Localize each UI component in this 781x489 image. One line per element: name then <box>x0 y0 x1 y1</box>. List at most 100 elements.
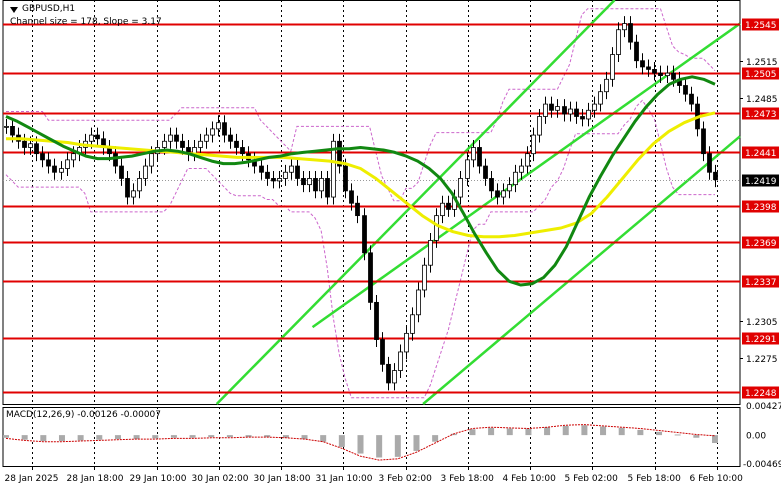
candle-body <box>477 147 482 167</box>
candle-body <box>271 178 276 182</box>
macd-label: MACD(12,26,9) -0.00126 -0.00007 <box>6 410 162 420</box>
candle-body <box>240 147 245 155</box>
candle-body <box>52 165 57 173</box>
time-tick-label: 28 Jan 18:00 <box>67 474 124 484</box>
level-price-label: 1.2398 <box>745 203 777 213</box>
candle-body <box>616 29 621 55</box>
candle-body <box>458 178 463 198</box>
time-tick-label: 3 Feb 02:00 <box>379 474 433 484</box>
candle-body <box>434 215 439 241</box>
candle-body <box>440 202 445 217</box>
candle-body <box>380 339 385 365</box>
level-price-label: 1.2337 <box>745 278 777 288</box>
macd-histogram-bar <box>320 435 327 442</box>
candle-body <box>665 72 670 76</box>
macd-zero-tick-label: 0.00 <box>746 432 766 442</box>
main-frame <box>2 0 741 405</box>
candle-body <box>125 178 130 198</box>
time-tick-label: 30 Jan 02:00 <box>192 474 249 484</box>
macd-histogram-bar <box>600 426 607 436</box>
candle-body <box>701 128 706 155</box>
candle-body <box>10 126 15 136</box>
candle-body <box>95 134 100 140</box>
candle-body <box>210 128 215 136</box>
candle-body <box>671 72 676 80</box>
level-price-label: 1.2248 <box>745 389 777 399</box>
candle-body <box>568 108 573 115</box>
dropdown-triangle-icon[interactable] <box>10 6 18 13</box>
candle-body <box>428 240 433 266</box>
candle-body <box>422 264 427 291</box>
candle-body <box>410 314 415 334</box>
candle-body <box>586 109 591 120</box>
macd-bottom-tick-label: -0.00469 <box>743 460 781 470</box>
macd-histogram-bar <box>376 435 383 458</box>
candle-body <box>580 116 585 120</box>
chart-subtitle: Channel size = 178, Slope = 3.17 <box>10 17 162 27</box>
candle-body <box>143 165 148 179</box>
macd-histogram-bar <box>133 435 140 440</box>
candle-body <box>325 178 330 198</box>
macd-histogram-bar <box>170 435 177 438</box>
macd-top-tick-label: 0.00427 <box>746 402 781 412</box>
candle-body <box>65 159 70 169</box>
level-price-label: 1.2291 <box>745 335 777 345</box>
ma-slow-line <box>6 111 716 239</box>
time-tick-label: 5 Feb 18:00 <box>628 474 682 484</box>
candle-body <box>574 108 579 117</box>
macd-histogram-bar <box>693 435 700 438</box>
time-axis: 28 Jan 2025 28 Jan 18:00 29 Jan 10:00 30 Ja… <box>5 466 743 484</box>
macd-histogram-bar <box>357 435 364 454</box>
macd-histogram-bar <box>226 435 233 438</box>
price-axis: 1.2545 1.2505 1.2473 1.2441 1.2398 1.2369 1.23… <box>740 18 779 399</box>
macd-histogram-bar <box>544 427 551 436</box>
macd-histogram-bar <box>712 435 718 444</box>
candle-body <box>658 72 663 76</box>
candle-body <box>277 178 282 182</box>
candle-body <box>640 60 645 68</box>
macd-histogram-bar <box>488 427 495 436</box>
candle-body <box>113 153 118 167</box>
time-tick-label: 30 Jan 18:00 <box>254 474 311 484</box>
candle-body <box>513 171 518 186</box>
level-price-label: 1.2505 <box>745 70 777 80</box>
candle-body <box>404 332 409 353</box>
candle-body <box>495 190 500 198</box>
macd-histogram-bar <box>562 425 569 436</box>
price-tick-label: 1.2515 <box>746 58 778 68</box>
candle-body <box>28 143 33 148</box>
level-price-label: 1.2441 <box>745 149 777 159</box>
candle-body <box>162 140 167 148</box>
candle-body <box>622 23 627 31</box>
level-price-label: 1.2369 <box>745 239 777 249</box>
macd-histogram-bar <box>77 435 84 441</box>
price-tick-label: 1.2305 <box>746 318 778 328</box>
candle-body <box>683 85 688 95</box>
macd-histogram-bar <box>40 435 47 442</box>
candle-body <box>531 134 536 155</box>
macd-histogram-bar <box>96 435 103 440</box>
macd-histogram-bar <box>637 429 644 436</box>
candle-body <box>634 41 639 62</box>
macd-histogram-bar <box>3 435 9 438</box>
regression-channel <box>215 0 741 405</box>
candle-body <box>392 370 397 384</box>
candle-body <box>416 289 421 316</box>
macd-histogram-bar <box>506 428 513 436</box>
candle-body <box>562 106 567 115</box>
candle-body <box>34 143 39 155</box>
candle-body <box>525 153 530 167</box>
time-tick-label: 31 Jan 10:00 <box>316 474 373 484</box>
candle-body <box>471 147 476 161</box>
candle-body <box>689 93 694 105</box>
macd-histogram-bar <box>581 425 588 436</box>
candle-body <box>555 106 560 111</box>
candle-body <box>198 140 203 148</box>
candle-body <box>119 165 124 179</box>
lower-band <box>5 99 715 399</box>
candle-body <box>604 78 609 93</box>
time-tick-label: 28 Jan 2025 <box>5 474 59 484</box>
candle-body <box>713 171 718 181</box>
price-candles <box>4 16 718 391</box>
candle-body <box>222 122 227 136</box>
